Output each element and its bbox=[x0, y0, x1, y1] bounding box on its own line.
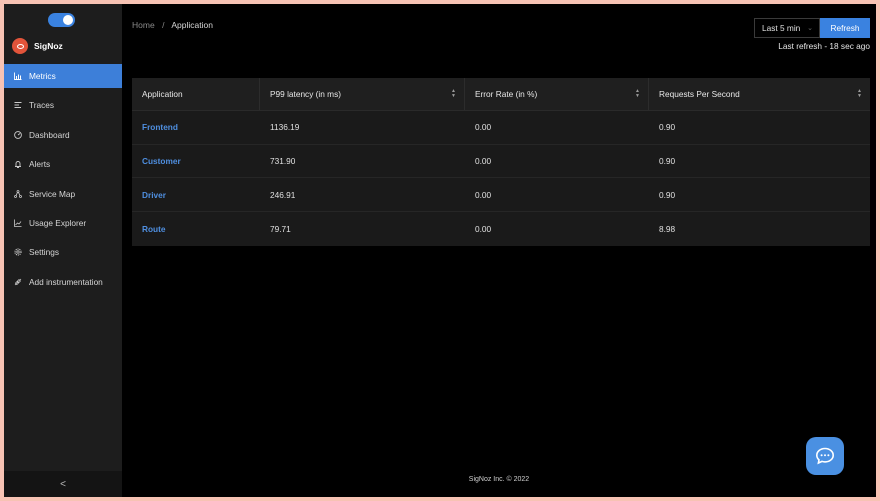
error-rate-cell: 0.00 bbox=[475, 189, 492, 200]
alert-icon bbox=[14, 160, 22, 169]
rps-cell: 0.90 bbox=[659, 122, 676, 133]
application-link[interactable]: Customer bbox=[132, 156, 260, 166]
signoz-logo-icon bbox=[12, 38, 28, 54]
rps-cell: 0.90 bbox=[659, 189, 676, 200]
toggle-knob bbox=[63, 15, 73, 25]
table-header: Application P99 latency (in ms) ▲ ▼ Error … bbox=[132, 78, 870, 111]
error-rate-cell: 0.00 bbox=[475, 156, 492, 167]
application-link[interactable]: Driver bbox=[132, 190, 260, 200]
theme-toggle[interactable] bbox=[48, 13, 75, 27]
sidebar-item-settings[interactable]: Settings bbox=[4, 240, 122, 264]
p99-latency-cell: 246.91 bbox=[270, 189, 296, 200]
dashboard-icon bbox=[14, 130, 22, 139]
service-map-icon bbox=[14, 189, 22, 198]
brand-name: SigNoz bbox=[34, 41, 63, 51]
refresh-button[interactable]: Refresh bbox=[820, 18, 870, 38]
sort-icon[interactable]: ▲ ▼ bbox=[857, 89, 862, 99]
column-label: Error Rate (in %) bbox=[475, 89, 538, 99]
table-row: Route 79.71 0.00 8.98 bbox=[132, 212, 870, 246]
column-label: P99 latency (in ms) bbox=[270, 89, 342, 99]
sidebar-item-label: Service Map bbox=[29, 188, 76, 199]
chat-support-button[interactable] bbox=[806, 437, 844, 475]
sidebar: SigNoz Metrics Traces Dashboard Alerts S… bbox=[4, 4, 122, 497]
sidebar-item-alerts[interactable]: Alerts bbox=[4, 152, 122, 176]
breadcrumb-current: Application bbox=[171, 20, 213, 30]
sidebar-item-add-instrumentation[interactable]: Add instrumentation bbox=[4, 270, 122, 294]
sidebar-item-label: Add instrumentation bbox=[29, 276, 103, 287]
rps-cell: 0.90 bbox=[659, 156, 676, 167]
bar-chart-icon bbox=[14, 72, 22, 80]
sidebar-item-traces[interactable]: Traces bbox=[4, 93, 122, 117]
sort-icon[interactable]: ▲ ▼ bbox=[451, 89, 456, 99]
api-icon bbox=[14, 278, 22, 286]
sidebar-nav: Metrics Traces Dashboard Alerts Service … bbox=[4, 64, 122, 299]
breadcrumb-home[interactable]: Home bbox=[132, 20, 155, 30]
line-chart-icon bbox=[14, 219, 22, 227]
application-link[interactable]: Frontend bbox=[132, 122, 260, 132]
sidebar-item-label: Traces bbox=[29, 100, 55, 111]
column-header-application[interactable]: Application bbox=[132, 78, 260, 110]
brand[interactable]: SigNoz bbox=[12, 38, 63, 54]
sidebar-item-usage-explorer[interactable]: Usage Explorer bbox=[4, 211, 122, 235]
table-row: Customer 731.90 0.00 0.90 bbox=[132, 145, 870, 179]
applications-table: Application P99 latency (in ms) ▲ ▼ Error … bbox=[132, 78, 870, 246]
last-refresh-text: Last refresh - 18 sec ago bbox=[778, 41, 870, 51]
p99-latency-cell: 79.71 bbox=[270, 223, 291, 234]
app-window: SigNoz Metrics Traces Dashboard Alerts S… bbox=[4, 4, 876, 497]
gear-icon bbox=[14, 248, 22, 256]
sidebar-item-metrics[interactable]: Metrics bbox=[4, 64, 122, 88]
p99-latency-cell: 1136.19 bbox=[270, 122, 300, 133]
sidebar-item-label: Alerts bbox=[29, 159, 51, 170]
footer-text: SigNoz Inc. © 2022 bbox=[468, 476, 530, 483]
time-range-value: Last 5 min bbox=[762, 23, 801, 33]
sort-icon[interactable]: ▲ ▼ bbox=[635, 89, 640, 99]
chevron-left-icon: < bbox=[60, 478, 66, 490]
traces-icon bbox=[14, 101, 22, 109]
breadcrumb-separator: / bbox=[162, 20, 165, 30]
column-header-p99-latency[interactable]: P99 latency (in ms) ▲ ▼ bbox=[260, 78, 465, 110]
sidebar-item-label: Settings bbox=[29, 247, 59, 258]
sidebar-item-label: Dashboard bbox=[29, 129, 70, 140]
table-row: Driver 246.91 0.00 0.90 bbox=[132, 178, 870, 213]
breadcrumb: Home / Application bbox=[132, 20, 213, 30]
p99-latency-cell: 731.90 bbox=[270, 156, 296, 167]
rps-cell: 8.98 bbox=[659, 223, 676, 234]
sidebar-collapse-button[interactable]: < bbox=[4, 471, 122, 497]
sidebar-item-service-map[interactable]: Service Map bbox=[4, 182, 122, 206]
column-label: Application bbox=[142, 89, 183, 99]
sidebar-item-label: Usage Explorer bbox=[29, 217, 87, 228]
time-range-select[interactable]: Last 5 min ⌄ bbox=[754, 18, 820, 38]
column-label: Requests Per Second bbox=[659, 89, 740, 99]
column-header-error-rate[interactable]: Error Rate (in %) ▲ ▼ bbox=[465, 78, 649, 110]
column-header-requests-per-second[interactable]: Requests Per Second ▲ ▼ bbox=[649, 78, 870, 110]
chevron-down-icon: ⌄ bbox=[807, 25, 813, 32]
sidebar-item-label: Metrics bbox=[29, 71, 56, 81]
error-rate-cell: 0.00 bbox=[475, 223, 492, 234]
application-link[interactable]: Route bbox=[132, 224, 260, 234]
sidebar-item-dashboard[interactable]: Dashboard bbox=[4, 123, 122, 147]
error-rate-cell: 0.00 bbox=[475, 122, 492, 133]
chat-bubble-icon bbox=[815, 447, 835, 465]
table-row: Frontend 1136.19 0.00 0.90 bbox=[132, 111, 870, 145]
